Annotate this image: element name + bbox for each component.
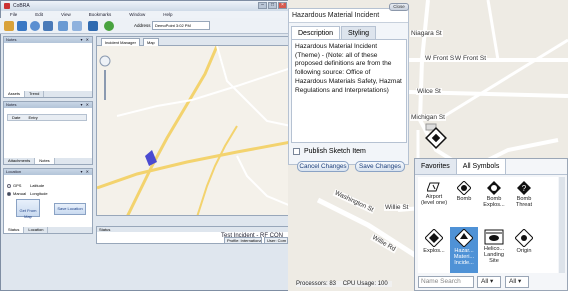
street-label: Wilce St xyxy=(416,88,442,95)
dialog-tabs: Description Styling xyxy=(291,26,377,39)
cpu-status: Processors: 83 CPU Usage: 100 xyxy=(296,281,392,287)
location-panel: Location ▾ ✕ GPS Latitude Manual Longitud… xyxy=(3,168,93,234)
latitude-label: Latitude xyxy=(30,183,45,188)
symbol-hazardous-material[interactable]: Hazar... Materi... Incide... xyxy=(450,227,478,273)
maximize-button[interactable]: □ xyxy=(268,2,277,9)
save-location-button[interactable]: Save Location xyxy=(54,203,86,215)
bomb-explosion-icon xyxy=(487,181,501,195)
panel-header: Notes ▾ ✕ xyxy=(4,37,92,43)
hazmat-icon xyxy=(455,229,473,247)
symbol-origin[interactable]: Origin xyxy=(510,227,538,273)
refresh-icon[interactable] xyxy=(104,21,114,31)
cpu-usage: CPU Usage: 100 xyxy=(342,281,388,287)
street-label: Willie St xyxy=(384,204,410,211)
filter-dropdown-2[interactable]: All ▾ xyxy=(505,276,529,288)
app-title: CoBRA xyxy=(13,3,30,9)
manual-radio[interactable]: Manual xyxy=(7,191,26,196)
toolbar: Address DemoPoint 3:02 PM xyxy=(0,18,288,34)
minimize-button[interactable]: – xyxy=(258,2,267,9)
publish-sketch-checkbox[interactable]: Publish Sketch Item xyxy=(293,148,366,155)
address-label: Address xyxy=(134,23,151,28)
status-title: Status xyxy=(97,227,289,232)
symbol-bomb-explosion[interactable]: Bomb Explos... xyxy=(480,179,508,225)
tab-all-symbols[interactable]: All Symbols xyxy=(456,159,507,174)
entries-tabs: Attachments Notes xyxy=(4,158,92,164)
symbol-explosion[interactable]: Explos... xyxy=(420,227,448,273)
save-changes-button[interactable]: Save Changes xyxy=(355,161,405,172)
column-entry[interactable]: Entry xyxy=(24,115,41,120)
user-badge: User: Com xyxy=(264,237,288,244)
app-icon xyxy=(4,3,10,9)
notes-panel: Notes ▾ ✕ Assets Trend xyxy=(3,36,93,98)
street-label: W Front St xyxy=(454,55,488,62)
entries-panel: Notes ▾ ✕ Date Entry Attachments Notes xyxy=(3,101,93,165)
origin-icon xyxy=(515,229,533,247)
symbol-bomb[interactable]: Bomb xyxy=(450,179,478,225)
symbol-bomb-threat[interactable]: ? Bomb Threat xyxy=(510,179,538,225)
symbol-grid: Airport (level one) Bomb Bomb Explos... … xyxy=(418,177,558,273)
tab-status[interactable]: Status xyxy=(4,227,25,233)
tab-map[interactable]: Map xyxy=(143,38,159,46)
svg-text:?: ? xyxy=(522,184,527,193)
print-icon[interactable] xyxy=(58,21,68,31)
explosion-icon xyxy=(425,229,443,247)
tab-trend[interactable]: Trend xyxy=(25,91,45,97)
mini-map[interactable] xyxy=(97,46,290,216)
checkbox-box[interactable] xyxy=(293,148,300,155)
longitude-label: Longitude xyxy=(30,191,48,196)
entries-table-header: Date Entry xyxy=(7,114,87,121)
column-date[interactable]: Date xyxy=(8,115,24,120)
tab-assets[interactable]: Assets xyxy=(4,91,26,97)
street-label: W Front St xyxy=(424,55,458,62)
map-tabs: Incident Manager Map xyxy=(97,37,289,46)
folder-icon[interactable] xyxy=(4,21,14,31)
gps-radio[interactable]: GPS xyxy=(7,183,21,188)
tab-incident-manager[interactable]: Incident Manager xyxy=(101,38,140,46)
bomb-icon xyxy=(457,181,471,195)
dialog-title: Hazardous Material Incident xyxy=(289,9,408,23)
notes-tabs: Assets Trend xyxy=(4,91,92,97)
palette-tabs: Favorites All Symbols xyxy=(415,159,567,175)
symbol-helicopter-landing[interactable]: Helico... Landing Site xyxy=(480,227,508,273)
get-from-map-label: Get From Map xyxy=(19,208,37,219)
processors-count: Processors: 83 xyxy=(296,281,337,287)
address-field[interactable]: DemoPoint 3:02 PM xyxy=(152,21,210,30)
symbol-airport[interactable]: Airport (level one) xyxy=(420,179,448,225)
cancel-changes-button[interactable]: Cancel Changes xyxy=(297,161,349,172)
back-icon[interactable] xyxy=(88,21,98,31)
title-bar: CoBRA – □ × xyxy=(1,1,289,11)
settings-icon[interactable] xyxy=(72,21,82,31)
panel-header: Location ▾ ✕ xyxy=(4,169,92,175)
profile-badge: Profile: International xyxy=(224,237,262,244)
checkbox-label: Publish Sketch Item xyxy=(304,148,366,155)
palette-scrollbar[interactable] xyxy=(559,177,565,273)
layers-icon[interactable] xyxy=(43,21,53,31)
save-icon[interactable] xyxy=(17,21,27,31)
tab-favorites[interactable]: Favorites xyxy=(415,159,457,174)
bomb-threat-icon: ? xyxy=(517,181,531,195)
helicopter-icon xyxy=(484,229,504,245)
tab-attachments[interactable]: Attachments xyxy=(4,158,36,164)
name-search-input[interactable]: Name Search xyxy=(418,276,474,288)
tab-location[interactable]: Location xyxy=(24,227,49,233)
globe-icon[interactable] xyxy=(30,21,40,31)
street-label: Michigan St xyxy=(410,114,446,121)
street-label: Niagara St xyxy=(410,30,443,37)
tab-styling[interactable]: Styling xyxy=(341,26,377,39)
description-textarea[interactable]: Hazardous Material Incident (Theme) - (N… xyxy=(291,39,407,143)
panel-header: Notes ▾ ✕ xyxy=(4,102,92,108)
get-from-map-button[interactable]: Get From Map xyxy=(16,199,40,219)
close-button[interactable]: Close xyxy=(389,3,409,11)
window-controls: – □ × xyxy=(258,2,287,9)
airport-icon xyxy=(427,182,440,192)
symbol-palette: Favorites All Symbols Airport (level one… xyxy=(414,158,568,291)
map-window: Incident Manager Map xyxy=(96,36,290,216)
tab-description[interactable]: Description xyxy=(291,26,341,39)
symbol-dialog: Hazardous Material Incident Close Descri… xyxy=(288,3,409,172)
filter-dropdown-1[interactable]: All ▾ xyxy=(477,276,501,288)
close-window-button[interactable]: × xyxy=(278,2,287,9)
tab-notes[interactable]: Notes xyxy=(35,158,55,164)
location-tabs: Status Location xyxy=(4,227,92,233)
